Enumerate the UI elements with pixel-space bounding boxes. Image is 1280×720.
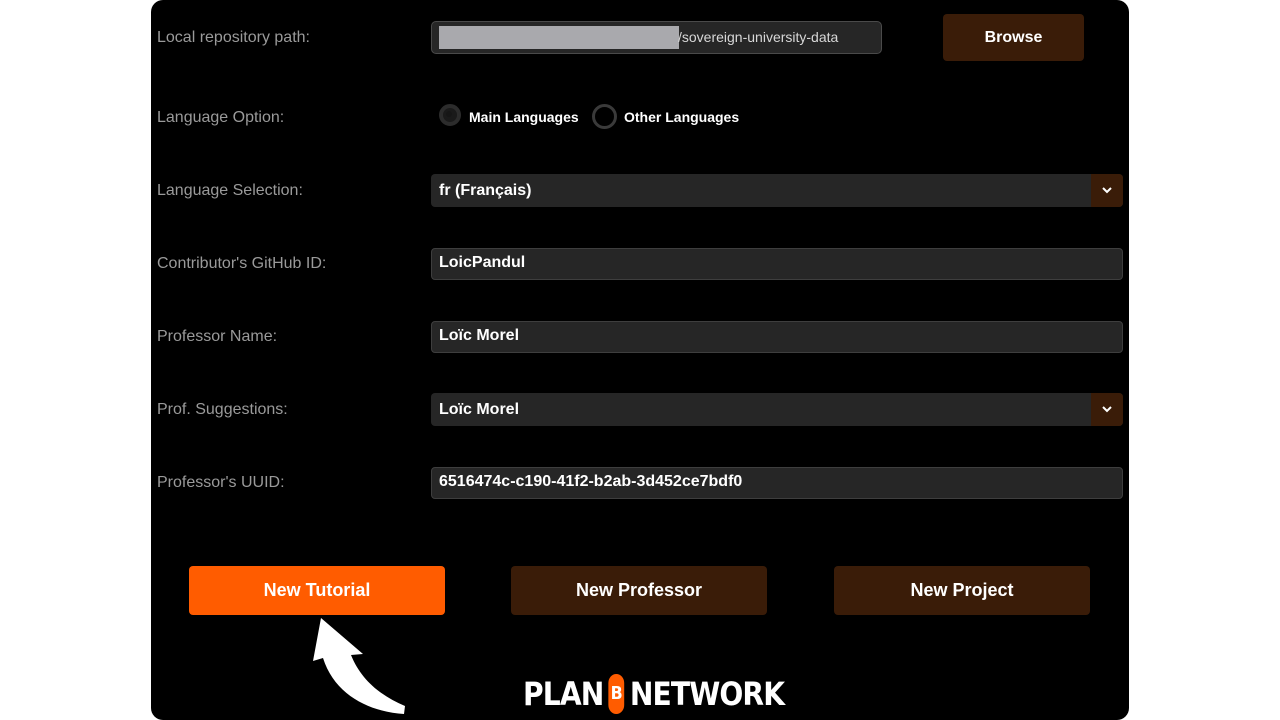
prof-suggestions-label: Prof. Suggestions: <box>157 401 288 418</box>
app-window: Local repository path: /sovereign-univer… <box>151 0 1129 720</box>
logo-text-plan: PLAN <box>523 675 604 713</box>
prof-suggestions-value: Loïc Morel <box>439 401 520 418</box>
redacted-path-segment <box>439 26 679 49</box>
github-id-input[interactable]: LoicPandul <box>431 248 1123 280</box>
new-professor-button[interactable]: New Professor <box>511 566 767 615</box>
language-option-label: Language Option: <box>157 109 285 126</box>
repo-path-label: Local repository path: <box>157 29 310 46</box>
new-project-button[interactable]: New Project <box>834 566 1090 615</box>
radio-main-languages[interactable] <box>439 104 461 126</box>
repo-path-field[interactable]: /sovereign-university-data <box>431 21 882 54</box>
language-selection-label: Language Selection: <box>157 182 303 199</box>
plan-b-network-logo: PLAN B NETWORK <box>523 672 785 716</box>
radio-other-languages[interactable] <box>592 104 617 129</box>
professor-uuid-label: Professor's UUID: <box>157 474 285 491</box>
professor-uuid-input[interactable]: 6516474c-c190-41f2-b2ab-3d452ce7bdf0 <box>431 467 1123 499</box>
language-selection-value: fr (Français) <box>439 182 532 199</box>
radio-main-languages-label[interactable]: Main Languages <box>469 108 579 126</box>
radio-other-languages-label[interactable]: Other Languages <box>624 108 739 126</box>
professor-name-label: Professor Name: <box>157 328 278 345</box>
browse-button[interactable]: Browse <box>943 14 1084 61</box>
language-selection-dropdown[interactable]: fr (Français) <box>431 174 1123 207</box>
prof-suggestions-dropdown[interactable]: Loïc Morel <box>431 393 1123 426</box>
logo-text-network: NETWORK <box>629 675 785 713</box>
chevron-down-icon[interactable] <box>1091 393 1123 426</box>
chevron-down-icon[interactable] <box>1091 174 1123 207</box>
logo-mark: B <box>610 683 623 704</box>
repo-path-value: /sovereign-university-data <box>678 29 839 45</box>
github-id-label: Contributor's GitHub ID: <box>157 255 327 272</box>
professor-name-input[interactable]: Loïc Morel <box>431 321 1123 353</box>
new-tutorial-button[interactable]: New Tutorial <box>189 566 445 615</box>
bitcoin-b-icon: B <box>608 674 625 714</box>
curved-arrow-icon <box>313 618 405 714</box>
